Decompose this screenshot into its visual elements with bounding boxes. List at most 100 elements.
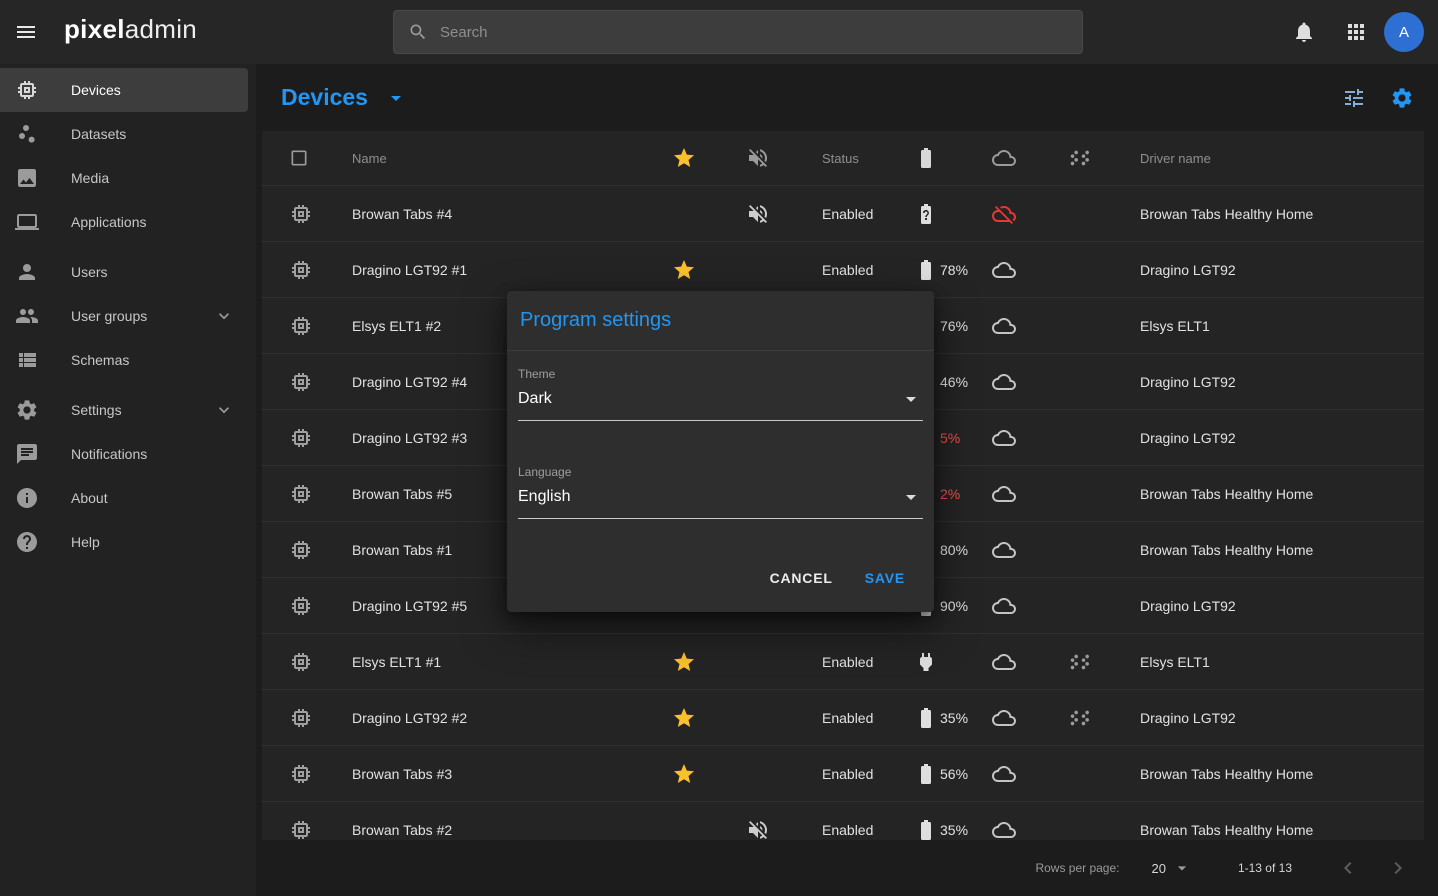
- avatar-letter: A: [1399, 24, 1409, 41]
- column-header-driver[interactable]: Driver name: [1115, 131, 1424, 185]
- star-icon[interactable]: [672, 762, 696, 786]
- sidebar-item-datasets[interactable]: Datasets: [0, 112, 248, 156]
- memory-icon: [289, 482, 313, 506]
- volume-off-icon: [746, 818, 770, 841]
- battery-icon: [914, 762, 938, 786]
- sidebar-item-applications[interactable]: Applications: [0, 200, 248, 244]
- device-name: Browan Tabs #2: [352, 802, 647, 840]
- star-cell[interactable]: [647, 242, 721, 297]
- column-header-name[interactable]: Name: [352, 131, 647, 185]
- sidebar-item-notifications[interactable]: Notifications: [0, 432, 248, 476]
- star-cell[interactable]: [647, 746, 721, 801]
- device-status: Enabled: [795, 186, 889, 241]
- avatar[interactable]: A: [1384, 12, 1424, 52]
- cloud-cell: [967, 354, 1041, 409]
- sidebar-item-media[interactable]: Media: [0, 156, 248, 200]
- apps-grid-button[interactable]: [1344, 20, 1368, 44]
- device-name: Elsys ELT1 #1: [352, 634, 647, 689]
- column-header-battery[interactable]: [889, 131, 967, 185]
- volume-off-icon: [746, 202, 770, 226]
- driver-name: Browan Tabs Healthy Home: [1115, 522, 1424, 577]
- notifications-button[interactable]: [1292, 20, 1316, 44]
- language-label: Language: [518, 465, 923, 479]
- star-icon[interactable]: [672, 258, 696, 282]
- bell-icon: [1292, 20, 1316, 44]
- sidebar-item-about[interactable]: About: [0, 476, 248, 520]
- battery-unknown-icon: [914, 202, 938, 226]
- device-icon-cell: [262, 690, 352, 745]
- column-header-grain[interactable]: [1041, 131, 1115, 185]
- select-all-checkbox[interactable]: [262, 131, 352, 185]
- previous-page-button[interactable]: [1336, 856, 1360, 880]
- sidebar-item-label: Datasets: [71, 126, 126, 142]
- search-bar[interactable]: [393, 10, 1083, 54]
- sidebar-item-devices[interactable]: Devices: [0, 68, 248, 112]
- save-button[interactable]: SAVE: [863, 564, 907, 592]
- star-icon: [672, 146, 696, 170]
- column-header-status[interactable]: Status: [795, 131, 889, 185]
- chevron-right-icon: [1386, 856, 1410, 880]
- brand-bold: pixel: [64, 14, 125, 44]
- table-row[interactable]: Dragino LGT92 #1Enabled78%Dragino LGT92: [262, 242, 1424, 298]
- driver-name: Dragino LGT92: [1115, 410, 1424, 465]
- grain-cell: [1041, 634, 1115, 689]
- cloud-icon: [992, 538, 1016, 562]
- info-icon: [15, 486, 39, 510]
- table-row[interactable]: Browan Tabs #2Enabled35%Browan Tabs Heal…: [262, 802, 1424, 840]
- search-input[interactable]: [440, 24, 1068, 41]
- scatter-icon: [15, 122, 39, 146]
- cloud-cell: [967, 690, 1041, 745]
- language-field: Language English: [518, 465, 923, 519]
- column-header-cloud[interactable]: [967, 131, 1041, 185]
- chevron-down-icon: [214, 400, 234, 420]
- app-root: pixeladmin A DevicesDatasetsMediaApplica…: [0, 0, 1438, 896]
- grain-cell: [1041, 354, 1115, 409]
- language-select[interactable]: English: [518, 485, 923, 519]
- rows-per-page-select[interactable]: 20: [1151, 858, 1191, 878]
- table-row[interactable]: Browan Tabs #4EnabledBrowan Tabs Healthy…: [262, 186, 1424, 242]
- star-cell[interactable]: [647, 690, 721, 745]
- cloud-cell: [967, 634, 1041, 689]
- grain-icon: [1067, 651, 1089, 673]
- mute-cell: [721, 746, 795, 801]
- menu-button[interactable]: [14, 20, 38, 44]
- grain-cell: [1041, 746, 1115, 801]
- dialog-body: Theme Dark Language English: [507, 351, 934, 519]
- cloud-icon: [992, 258, 1016, 282]
- sidebar-item-schemas[interactable]: Schemas: [0, 338, 248, 382]
- table-settings-button[interactable]: [1390, 86, 1414, 110]
- cancel-button[interactable]: CANCEL: [768, 564, 835, 592]
- star-cell[interactable]: [647, 634, 721, 689]
- page-actions: [1342, 86, 1414, 110]
- sidebar-item-help[interactable]: Help: [0, 520, 248, 564]
- cloud-cell: [967, 242, 1041, 297]
- sidebar-item-label: Users: [71, 264, 108, 280]
- device-status: Enabled: [795, 242, 889, 297]
- chevron-down-icon: [899, 485, 923, 509]
- driver-name: Elsys ELT1: [1115, 634, 1424, 689]
- cloud-icon: [992, 818, 1016, 841]
- column-header-muted[interactable]: [721, 131, 795, 185]
- next-page-button[interactable]: [1386, 856, 1410, 880]
- sidebar-item-settings[interactable]: Settings: [0, 388, 248, 432]
- cloud-icon: [992, 762, 1016, 786]
- theme-select[interactable]: Dark: [518, 387, 923, 421]
- star-icon[interactable]: [672, 650, 696, 674]
- view-list-icon: [15, 348, 39, 372]
- table-row[interactable]: Elsys ELT1 #1EnabledElsys ELT1: [262, 634, 1424, 690]
- sidebar-item-users[interactable]: Users: [0, 250, 248, 294]
- devices-title-dropdown[interactable]: Devices: [281, 84, 408, 111]
- star-icon[interactable]: [672, 706, 696, 730]
- chevron-down-icon: [214, 306, 234, 326]
- sidebar-item-user-groups[interactable]: User groups: [0, 294, 248, 338]
- battery-percent: 90%: [940, 598, 968, 614]
- filter-button[interactable]: [1342, 86, 1366, 110]
- menu-icon: [14, 20, 38, 44]
- device-icon-cell: [262, 242, 352, 297]
- table-row[interactable]: Dragino LGT92 #2Enabled35%Dragino LGT92: [262, 690, 1424, 746]
- column-header-starred[interactable]: [647, 131, 721, 185]
- battery-icon: [914, 706, 938, 730]
- battery-percent: 56%: [940, 766, 968, 782]
- table-row[interactable]: Browan Tabs #3Enabled56%Browan Tabs Heal…: [262, 746, 1424, 802]
- cloud-cell: [967, 578, 1041, 633]
